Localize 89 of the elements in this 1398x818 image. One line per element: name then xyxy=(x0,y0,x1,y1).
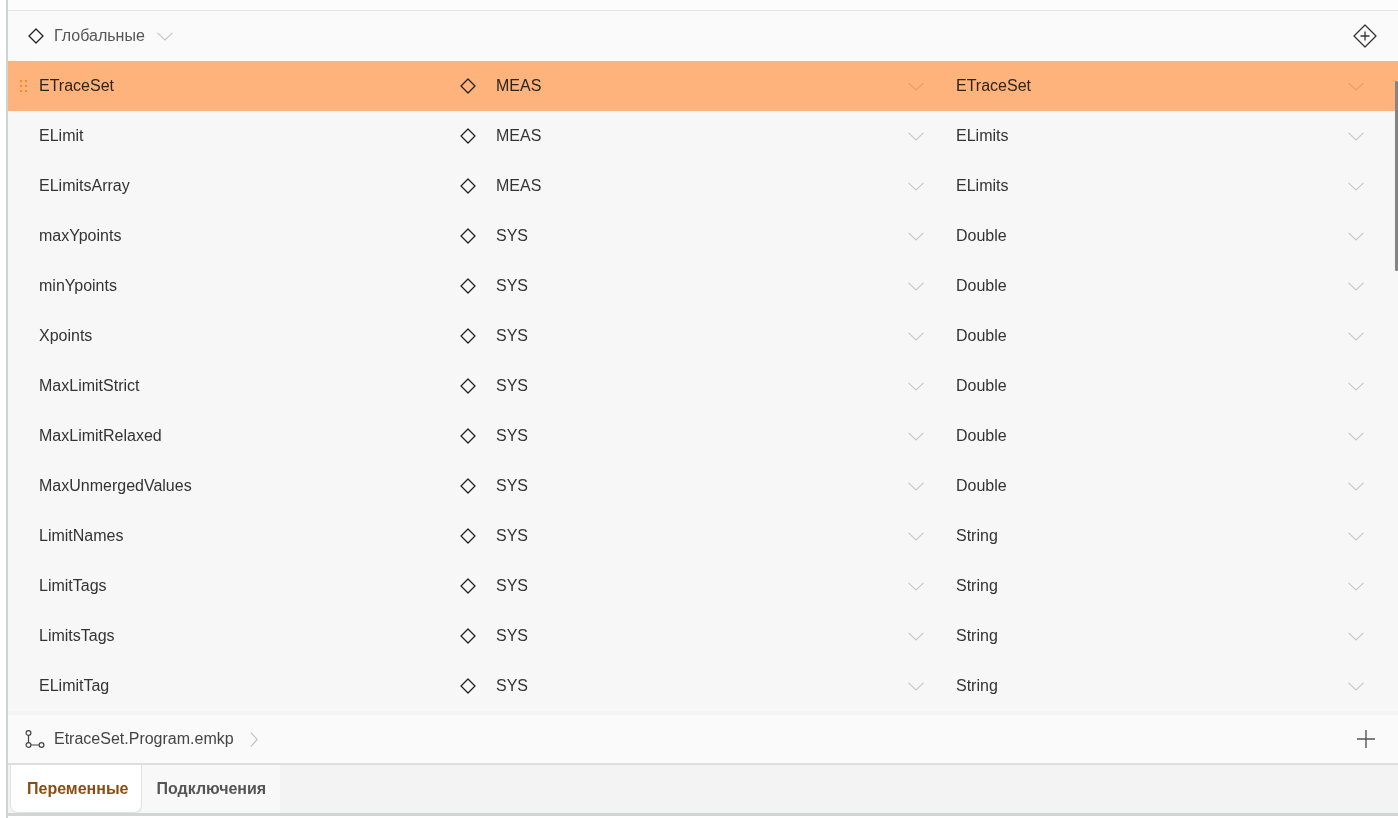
dropdown-value: Double xyxy=(956,227,1007,244)
diamond-icon xyxy=(460,578,476,594)
diamond-icon xyxy=(460,628,476,644)
table-row[interactable]: ETraceSet MEAS ETraceSet xyxy=(8,61,1398,111)
diamond-icon xyxy=(460,328,476,344)
chevron-down-icon[interactable] xyxy=(908,631,924,641)
variable-name: ELimitsArray xyxy=(39,177,130,194)
dropdown-value: SYS xyxy=(496,477,528,494)
chevron-down-icon[interactable] xyxy=(908,381,924,391)
variable-name: MaxUnmergedValues xyxy=(39,477,192,494)
tab[interactable]: Переменные xyxy=(10,765,143,813)
dropdown-value: String xyxy=(956,527,998,544)
scope-dropdown[interactable]: Глобальные xyxy=(28,27,173,45)
dropdown-value: SYS xyxy=(496,277,528,294)
dropdown-value: ELimits xyxy=(956,177,1009,194)
dropdown-value: SYS xyxy=(496,677,528,694)
variable-name: MaxLimitRelaxed xyxy=(39,427,162,444)
dropdown-value: MEAS xyxy=(496,127,542,144)
chevron-down-icon[interactable] xyxy=(908,431,924,441)
chevron-down-icon[interactable] xyxy=(908,481,924,491)
dropdown-value: ELimits xyxy=(956,127,1009,144)
dropdown-value: String xyxy=(956,627,998,644)
chevron-down-icon[interactable] xyxy=(1348,581,1364,591)
dropdown-value: String xyxy=(956,577,998,594)
branch-icon xyxy=(25,730,45,748)
tab[interactable]: Подключения xyxy=(142,765,281,813)
diamond-icon xyxy=(460,478,476,494)
diamond-plus-icon[interactable] xyxy=(1353,24,1377,48)
diamond-icon xyxy=(460,428,476,444)
variable-name: Xpoints xyxy=(39,327,93,344)
diamond-icon xyxy=(460,678,476,694)
diamond-icon xyxy=(460,128,476,144)
variable-name: LimitsTags xyxy=(39,627,115,644)
chevron-down-icon[interactable] xyxy=(1348,681,1364,691)
variable-name: maxYpoints xyxy=(39,227,122,244)
diamond-icon xyxy=(460,78,476,94)
diamond-icon xyxy=(460,228,476,244)
dropdown-value: Double xyxy=(956,277,1007,294)
dropdown-value: String xyxy=(956,677,998,694)
chevron-right-icon xyxy=(249,731,258,747)
chevron-down-icon[interactable] xyxy=(1348,431,1364,441)
dropdown-value: SYS xyxy=(496,327,528,344)
variable-name: ETraceSet xyxy=(39,77,114,94)
chevron-down-icon[interactable] xyxy=(908,181,924,191)
chevron-down-icon[interactable] xyxy=(1348,281,1364,291)
chevron-down-icon[interactable] xyxy=(1348,481,1364,491)
chevron-down-icon[interactable] xyxy=(908,331,924,341)
dropdown-value: Double xyxy=(956,327,1007,344)
chevron-down-icon[interactable] xyxy=(156,31,173,41)
variable-name: ELimit xyxy=(39,127,84,144)
chevron-down-icon[interactable] xyxy=(1348,231,1364,241)
dropdown-value: SYS xyxy=(496,227,528,244)
variable-name: LimitTags xyxy=(39,577,107,594)
dropdown-value: SYS xyxy=(496,527,528,544)
chevron-down-icon[interactable] xyxy=(908,531,924,541)
dropdown-value: MEAS xyxy=(496,77,542,94)
variable-name: minYpoints xyxy=(39,277,117,294)
variable-name: MaxLimitStrict xyxy=(39,377,140,394)
chevron-down-icon[interactable] xyxy=(1348,631,1364,641)
diamond-icon xyxy=(460,378,476,394)
dropdown-value: Double xyxy=(956,427,1007,444)
chevron-down-icon[interactable] xyxy=(1348,381,1364,391)
breadcrumb-link[interactable]: EtraceSet.Program.emkp xyxy=(25,730,258,748)
dropdown-value: Double xyxy=(956,377,1007,394)
chevron-down-icon[interactable] xyxy=(908,681,924,691)
chevron-down-icon[interactable] xyxy=(1348,131,1364,141)
chevron-down-icon[interactable] xyxy=(908,231,924,241)
dropdown-value: SYS xyxy=(496,427,528,444)
drag-handle-icon[interactable] xyxy=(20,80,27,92)
dropdown-value: MEAS xyxy=(496,177,542,194)
diamond-icon xyxy=(460,278,476,294)
diamond-icon xyxy=(28,28,44,44)
chevron-down-icon[interactable] xyxy=(1348,331,1364,341)
chevron-down-icon[interactable] xyxy=(908,131,924,141)
chevron-down-icon[interactable] xyxy=(908,581,924,591)
dropdown-value: Double xyxy=(956,477,1007,494)
variable-name: LimitNames xyxy=(39,527,124,544)
dropdown-value: SYS xyxy=(496,377,528,394)
dropdown-value: SYS xyxy=(496,577,528,594)
diamond-icon xyxy=(460,178,476,194)
chevron-down-icon[interactable] xyxy=(908,281,924,291)
dropdown-value: SYS xyxy=(496,627,528,644)
chevron-down-icon[interactable] xyxy=(1348,531,1364,541)
chevron-down-icon[interactable] xyxy=(1348,181,1364,191)
dropdown-value: ETraceSet xyxy=(956,77,1031,94)
plus-icon[interactable] xyxy=(1357,730,1375,748)
scrollbar-thumb[interactable] xyxy=(1395,81,1398,271)
diamond-icon xyxy=(460,528,476,544)
variable-name: ELimitTag xyxy=(39,677,110,694)
